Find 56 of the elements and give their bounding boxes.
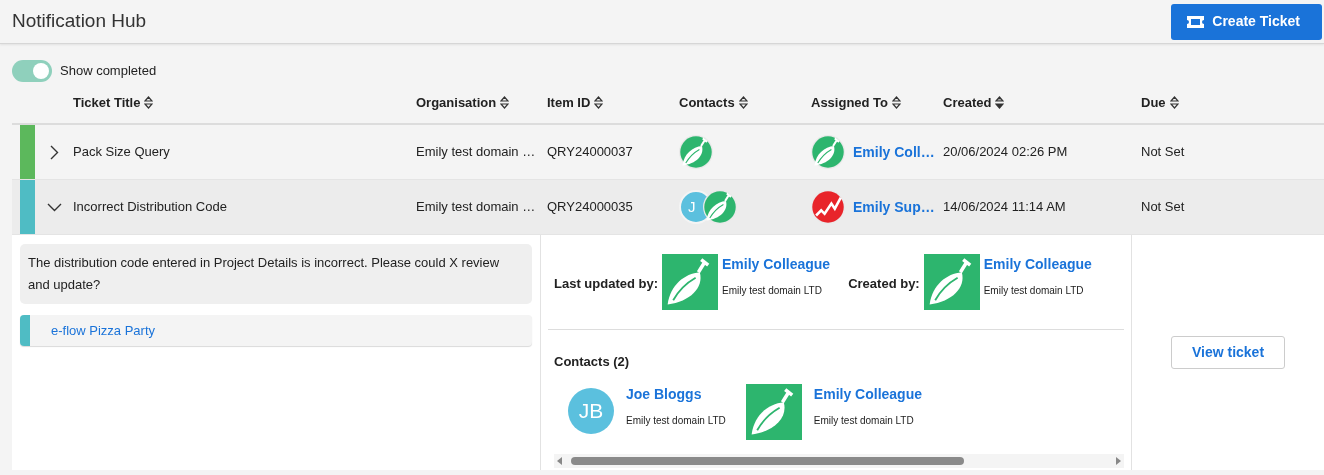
ticket-title: Incorrect Distribution Code [73,199,227,215]
column-header[interactable]: Organisation [416,92,497,113]
expand-chevron-icon[interactable] [49,144,59,160]
person-link[interactable]: Emily Colleague [722,254,831,275]
organisation-text: Emily test domain LTD [626,413,726,428]
organisation-cell: Emily test domain … [416,199,536,215]
initials-avatar: JB [568,387,614,434]
person-link[interactable]: Emily Colleague [983,254,1092,275]
field-label: Last updated by: [554,275,658,293]
contact-link[interactable]: Joe Bloggs [626,383,726,405]
leaf-avatar-icon [679,135,713,169]
toggle-label: Show completed [60,62,157,81]
contacts-heading: Contacts (2) [554,353,631,371]
view-ticket-button[interactable]: View ticket [1171,336,1285,369]
due-date: Not Set [1141,144,1185,160]
column-header[interactable]: Contacts [679,92,735,113]
collapse-chevron-icon[interactable] [46,202,62,212]
sort-icon[interactable] [500,96,510,109]
sort-icon[interactable] [738,96,748,109]
column-header[interactable]: Created [943,92,992,113]
ticket-icon [1187,15,1205,28]
field-label: Created by: [848,275,920,293]
linked-item[interactable]: e-flow Pizza Party [20,315,532,346]
created-date: 20/06/2024 02:26 PM [943,144,1068,160]
create-ticket-button[interactable]: Create Ticket [1171,3,1322,40]
sort-icon[interactable] [1169,96,1179,109]
sort-icon[interactable] [144,96,154,109]
sort-icon[interactable] [995,96,1005,109]
leaf-avatar-icon [745,383,802,440]
organisation-text: Emily test domain LTD [983,284,1085,298]
ticket-description: The distribution code entered in Project Details is incorrect. Please could X review and update? [20,244,532,304]
column-header[interactable]: Ticket Title [73,92,141,113]
due-date: Not Set [1141,199,1185,215]
page-title: Notification Hub [12,9,147,34]
organisation-text: Emily test domain LTD [722,284,823,298]
leaf-avatar-icon [923,254,980,310]
created-date: 14/06/2024 11:14 AM [943,199,1066,215]
horizontal-scrollbar[interactable] [554,453,1124,468]
column-header[interactable]: Item ID [547,92,591,113]
chart-avatar-icon [811,190,845,224]
assignee-link[interactable]: Emily Coll… [853,141,935,163]
column-header[interactable]: Assigned To [811,92,889,113]
leaf-avatar-icon [811,135,845,169]
sort-icon[interactable] [594,96,604,109]
assignee-link[interactable]: Emily Sup… [853,196,935,218]
sort-icon[interactable] [892,96,902,109]
organisation-text: Emily test domain LTD [813,413,915,428]
item-id-cell: QRY24000035 [547,199,633,215]
item-id-cell: QRY24000037 [547,144,633,160]
ticket-title: Pack Size Query [73,144,170,160]
column-header[interactable]: Due [1141,92,1166,113]
contact-link[interactable]: Emily Colleague [813,383,922,405]
toggle-switch[interactable] [12,60,52,82]
leaf-avatar-icon [703,190,737,224]
leaf-avatar-icon [662,254,718,310]
organisation-cell: Emily test domain … [416,144,536,160]
